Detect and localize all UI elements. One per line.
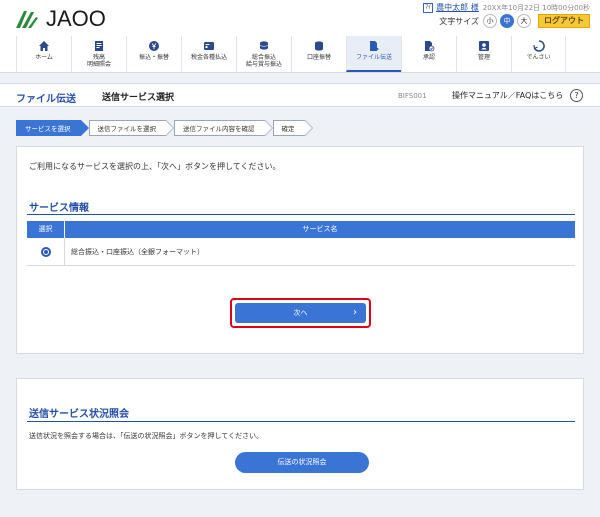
page-title: 送信サービス選択 — [102, 93, 175, 103]
nav-item-direct-debit[interactable]: 口座振替 — [291, 36, 346, 72]
screen-id: BIFS001 — [398, 92, 427, 100]
section-divider — [27, 421, 575, 422]
ja-leaf-icon — [16, 11, 38, 28]
page-title-bar: ファイル伝送 送信サービス選択 BIFS001 操作マニュアル／FAQはこちら … — [0, 83, 600, 107]
nav-label: ファイル伝送 — [355, 54, 392, 61]
nav-label: 振込・振替 — [138, 54, 169, 61]
table-header: 選択 サービス名 — [27, 221, 575, 238]
nav-label: でんさい — [526, 54, 551, 61]
manual-faq-link[interactable]: 操作マニュアル／FAQはこちら — [452, 90, 563, 101]
status-instruction-text: 送信状況を照会する場合は、「伝送の状況照会」ボタンを押してください。 — [29, 432, 264, 440]
step-select-service: サービスを選択 — [16, 120, 88, 136]
next-button[interactable]: 次へ › — [235, 303, 366, 323]
status-inquiry-panel: 送信サービス状況照会 送信状況を照会する場合は、「伝送の状況照会」ボタンを押して… — [16, 378, 584, 490]
nav-label: 総合振込 給与賞与振込 — [245, 54, 282, 68]
nav-item-tax[interactable]: 税金各種払込 — [181, 36, 236, 72]
logout-button[interactable]: ログアウト — [538, 14, 590, 28]
nav-item-home[interactable]: ホーム — [16, 36, 71, 72]
nav-item-densai[interactable]: でんさい — [511, 36, 566, 72]
step-complete: 確定 — [272, 120, 313, 136]
coins-icon — [259, 41, 269, 50]
nav-item-file-transfer[interactable]: ファイル伝送 — [346, 36, 401, 72]
step-select-file: 送信ファイルを選択 — [88, 120, 174, 136]
next-button-label: 次へ — [293, 309, 308, 317]
approve-icon — [425, 41, 435, 52]
nav-label: ホーム — [35, 54, 53, 61]
yen-coin-icon — [149, 41, 159, 51]
nav-label: 口座振替 — [306, 54, 331, 61]
font-size-medium-button[interactable]: 中 — [500, 14, 514, 28]
home-icon — [39, 41, 49, 51]
section-divider — [27, 214, 575, 215]
table-row[interactable]: 総合振込・口座振込（全銀フォーマット） — [27, 238, 575, 266]
status-inquiry-heading: 送信サービス状況照会 — [29, 409, 129, 420]
card-icon — [204, 42, 214, 50]
service-radio[interactable] — [40, 246, 51, 257]
font-size-label: 文字サイズ — [439, 16, 479, 26]
user-badge-icon: ﾏｲ — [423, 2, 434, 13]
step-confirm-content: 送信ファイル内容を確認 — [174, 120, 272, 136]
service-table: 選択 サービス名 総合振込・口座振込（全銀フォーマット） — [27, 221, 575, 266]
progress-steps: サービスを選択 送信ファイルを選択 送信ファイル内容を確認 確定 — [16, 120, 313, 136]
nav-item-approval[interactable]: 承認 — [401, 36, 456, 72]
page-category-title: ファイル伝送 — [16, 94, 76, 105]
nav-label: 残高 明細照会 — [86, 54, 111, 68]
main-nav: ホーム 残高 明細照会 振込・振替 税金各種払込 総合振込 給与賞与振込 口座振替 … — [16, 36, 566, 72]
next-button-highlight: 次へ › — [230, 298, 371, 328]
help-icon[interactable]: ? — [570, 89, 583, 102]
nav-label: 税金各種払込 — [190, 54, 227, 61]
login-timestamp: 20XX年10月22日 10時00分00秒 — [482, 3, 590, 12]
user-name-link[interactable]: 農中太郎 様 — [436, 2, 479, 13]
service-select-panel: ご利用になるサービスを選択の上、「次へ」ボタンを押してください。 サービス情報 … — [16, 146, 584, 354]
nav-label: 管理 — [477, 54, 490, 61]
transfer-status-button[interactable]: 伝送の状況照会 — [235, 452, 369, 473]
select-cell — [27, 238, 65, 265]
chevron-right-icon: › — [353, 307, 357, 318]
nav-item-balance[interactable]: 残高 明細照会 — [71, 36, 126, 72]
nav-label: 承認 — [422, 54, 435, 61]
nav-item-bulk-transfer[interactable]: 総合振込 給与賞与振込 — [236, 36, 291, 72]
denshi-icon — [532, 40, 545, 52]
stack-icon — [315, 41, 323, 51]
ja-logo[interactable]: JAOO — [14, 6, 106, 31]
admin-icon — [479, 41, 489, 51]
logo-text: JAOO — [46, 6, 106, 31]
header-service-name: サービス名 — [302, 225, 338, 233]
font-size-large-button[interactable]: 大 — [517, 14, 531, 28]
nav-item-transfer[interactable]: 振込・振替 — [126, 36, 181, 72]
font-size-small-button[interactable]: 小 — [483, 14, 497, 28]
instruction-text: ご利用になるサービスを選択の上、「次へ」ボタンを押してください。 — [29, 162, 281, 171]
font-size-controls: 文字サイズ 小 中 大 ログアウト — [439, 14, 590, 28]
file-transfer-icon — [370, 41, 379, 51]
user-info: ﾏｲ 農中太郎 様 20XX年10月22日 10時00分00秒 — [423, 2, 590, 13]
app-header: JAOO ﾏｲ 農中太郎 様 20XX年10月22日 10時00分00秒 文字サ… — [0, 0, 600, 73]
service-name-cell: 総合振込・口座振込（全銀フォーマット） — [71, 247, 204, 256]
nav-item-admin[interactable]: 管理 — [456, 36, 511, 72]
header-select: 選択 — [27, 221, 65, 238]
document-icon — [95, 41, 103, 51]
service-info-heading: サービス情報 — [29, 203, 89, 214]
